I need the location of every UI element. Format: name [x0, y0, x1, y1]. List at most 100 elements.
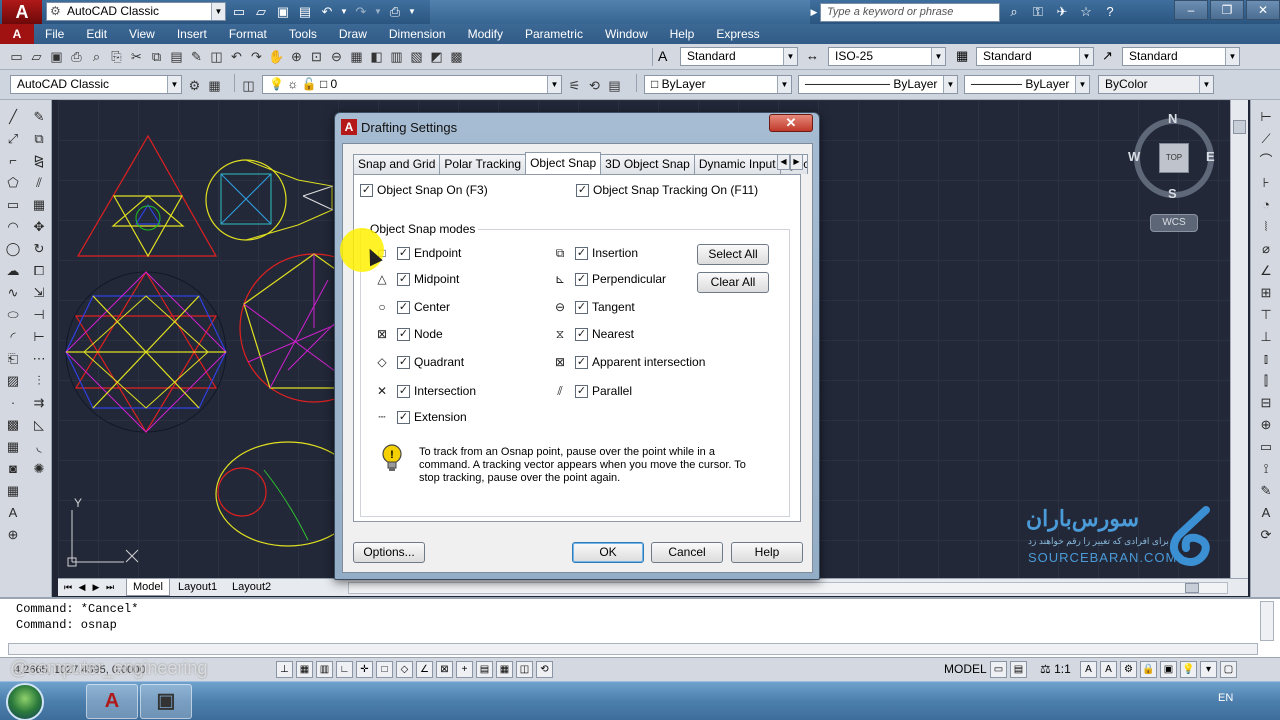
tab-scroll-left-icon[interactable]: ◀ — [777, 154, 790, 170]
new-icon[interactable]: ▭ — [230, 3, 248, 21]
checkbox[interactable]: ✓ — [397, 410, 410, 424]
trim-icon[interactable]: ⊣ — [30, 306, 48, 323]
object-snap-on-checkbox[interactable]: ✓ Object Snap On (F3) — [360, 183, 488, 197]
ellipse-arc-icon[interactable]: ◜ — [4, 328, 22, 345]
workspace-switch-icon[interactable]: ⚙ — [1120, 661, 1137, 678]
tab-object-snap[interactable]: Object Snap — [525, 152, 602, 174]
ortho-mode-icon[interactable]: ∟ — [336, 661, 353, 678]
chevron-down-icon[interactable]: ▼ — [1199, 76, 1213, 93]
plot-preview-icon[interactable]: ⌕ — [88, 48, 105, 65]
redo-icon[interactable]: ↷ — [352, 3, 370, 21]
tab-layout1[interactable]: Layout1 — [172, 579, 223, 596]
model-space-toggle[interactable]: MODEL — [944, 662, 987, 676]
wcs-menu-button[interactable]: WCS — [1150, 214, 1198, 232]
object-snap-tracking-checkbox[interactable]: ✓ Object Snap Tracking On (F11) — [576, 183, 758, 197]
offset-icon[interactable]: ⫽ — [30, 174, 48, 191]
snap-mode-nearest[interactable]: ⧖ ✓ Nearest — [553, 327, 634, 341]
isolate-objects-icon[interactable]: 💡 — [1180, 661, 1197, 678]
checkbox[interactable]: ✓ — [397, 300, 410, 314]
add-selected-icon[interactable]: ⊕ — [4, 526, 22, 543]
tab-model[interactable]: Model — [126, 579, 170, 596]
hardware-accel-icon[interactable]: ▣ — [1160, 661, 1177, 678]
checkbox[interactable]: ✓ — [575, 384, 588, 398]
zoom-realtime-icon[interactable]: ⊕ — [288, 48, 305, 65]
first-tab-icon[interactable]: ⏮ — [62, 580, 74, 594]
options-button[interactable]: Options... — [353, 542, 425, 563]
viewcube-top-face[interactable]: TOP — [1159, 143, 1189, 173]
tab-scroll-right-icon[interactable]: ▶ — [790, 154, 803, 170]
clear-all-button[interactable]: Clear All — [697, 272, 769, 293]
zoom-previous-icon[interactable]: ⊖ — [328, 48, 345, 65]
erase-icon[interactable]: ✎ — [30, 108, 48, 125]
quick-view-drawings-icon[interactable]: ▤ — [1010, 661, 1027, 678]
tool-palettes-icon[interactable]: ▥ — [388, 48, 405, 65]
qat-dropdown-icon[interactable]: ▼ — [408, 3, 416, 21]
menu-insert[interactable]: Insert — [166, 24, 218, 44]
scroll-thumb[interactable] — [1233, 120, 1246, 134]
jogged-linear-icon[interactable]: ⟟ — [1257, 460, 1275, 477]
extend-icon[interactable]: ⊢ — [30, 328, 48, 345]
multiline-text-icon[interactable]: A — [4, 504, 22, 521]
dim-space-icon[interactable]: ⫾ — [1257, 350, 1275, 367]
vertical-scrollbar[interactable] — [1230, 100, 1248, 578]
copy-icon[interactable]: ⧉ — [148, 48, 165, 65]
jogged-dim-icon[interactable]: ⦚ — [1257, 218, 1275, 235]
snap-mode-center[interactable]: ○ ✓ Center — [375, 300, 450, 314]
ok-button[interactable]: OK — [572, 542, 644, 563]
polygon-icon[interactable]: ⬠ — [4, 174, 22, 191]
break-icon[interactable]: ⫶ — [30, 372, 48, 389]
multileader-style-select[interactable]: Standard ▼ — [1122, 47, 1240, 66]
auto-scale-icon[interactable]: A — [1100, 661, 1117, 678]
table-style-select[interactable]: Standard ▼ — [976, 47, 1094, 66]
pan-icon[interactable]: ✋ — [268, 48, 285, 65]
snap-mode-extension[interactable]: ┄ ✓ Extension — [375, 410, 466, 424]
command-window[interactable]: Command: *Cancel* Command: osnap — [0, 597, 1280, 657]
lock-icon[interactable]: 🔒 — [1140, 661, 1157, 678]
camtasia-taskbar-app-icon[interactable]: ▣ — [140, 684, 192, 719]
3d-osnap-icon[interactable]: ◇ — [396, 661, 413, 678]
markup-icon[interactable]: ◩ — [428, 48, 445, 65]
chevron-down-icon[interactable]: ▼ — [211, 3, 225, 20]
continue-dim-icon[interactable]: ⊥ — [1257, 328, 1275, 345]
quick-properties-icon[interactable]: ◫ — [516, 661, 533, 678]
copy-object-icon[interactable]: ⧉ — [30, 130, 48, 147]
tab-dynamic-input[interactable]: Dynamic Input — [693, 154, 781, 174]
polar-tracking-icon[interactable]: ✛ — [356, 661, 373, 678]
calculator-icon[interactable]: ▩ — [448, 48, 465, 65]
quick-view-layouts-icon[interactable]: ▭ — [990, 661, 1007, 678]
menu-modify[interactable]: Modify — [457, 24, 514, 44]
checkbox[interactable]: ✓ — [575, 355, 588, 369]
chevron-down-icon[interactable]: ▼ — [1075, 76, 1089, 93]
help-button[interactable]: Help — [731, 542, 803, 563]
arc-icon[interactable]: ◠ — [4, 218, 22, 235]
viewcube-west[interactable]: W — [1128, 149, 1140, 164]
make-current-icon[interactable]: ⚟ — [566, 77, 583, 94]
checkbox[interactable]: ✓ — [576, 183, 589, 197]
snap-mode-midpoint[interactable]: △ ✓ Midpoint — [375, 272, 459, 286]
viewcube-north[interactable]: N — [1168, 111, 1177, 126]
mirror-icon[interactable]: ⧎ — [30, 152, 48, 169]
snap-mode-apparent-intersection[interactable]: ⊠ ✓ Apparent intersection — [553, 355, 705, 369]
point-icon[interactable]: · — [4, 394, 22, 411]
tab-snap-and-grid[interactable]: Snap and Grid — [353, 154, 441, 174]
lineweight-select[interactable]: ────── ByLayer ▼ — [964, 75, 1090, 94]
polyline-icon[interactable]: ⌐ — [4, 152, 22, 169]
menu-help[interactable]: Help — [659, 24, 706, 44]
minimize-icon[interactable]: – — [1174, 0, 1208, 20]
match-properties-icon[interactable]: ✎ — [188, 48, 205, 65]
start-button[interactable] — [6, 683, 44, 720]
redo-dropdown-icon[interactable]: ▼ — [374, 3, 382, 21]
checkbox[interactable]: ✓ — [397, 355, 410, 369]
lineweight-toggle-icon[interactable]: ▤ — [476, 661, 493, 678]
workspace-select[interactable]: AutoCAD Classic ▼ — [10, 75, 182, 94]
chevron-down-icon[interactable]: ▼ — [943, 76, 957, 93]
aligned-dim-icon[interactable]: ⟋ — [1257, 130, 1275, 147]
save-as-icon[interactable]: ▤ — [296, 3, 314, 21]
menu-format[interactable]: Format — [218, 24, 278, 44]
menu-view[interactable]: View — [118, 24, 166, 44]
snap-mode-icon[interactable]: ▦ — [296, 661, 313, 678]
snap-mode-parallel[interactable]: ⫽ ✓ Parallel — [553, 384, 632, 398]
chevron-down-icon[interactable]: ▼ — [931, 48, 945, 65]
new-icon[interactable]: ▭ — [8, 48, 25, 65]
move-icon[interactable]: ✥ — [30, 218, 48, 235]
